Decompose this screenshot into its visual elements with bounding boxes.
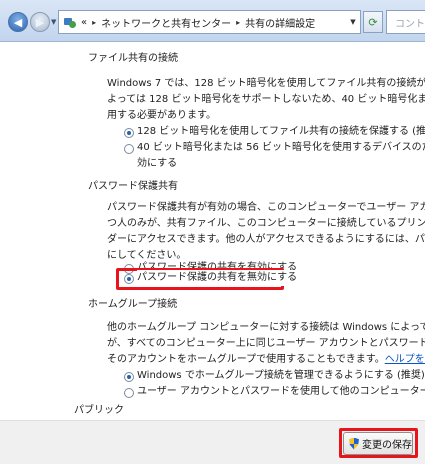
section-title-public: パブリック: [74, 405, 124, 416]
radio-password-off[interactable]: [124, 274, 134, 284]
refresh-icon[interactable]: ⟳: [363, 11, 383, 33]
breadcrumb-item-advanced-sharing[interactable]: 共有の詳細設定: [245, 15, 315, 30]
radio-40-56bit[interactable]: [124, 144, 134, 154]
highlight-box-save: [339, 428, 418, 458]
forward-arrow-icon[interactable]: ▶: [30, 12, 50, 32]
address-bar: ◀ ▶ ▼ « ▸ ネットワークと共有センター ▸ 共有の詳細設定 ▼ ⟳ コン…: [0, 0, 425, 42]
section-title-file-sharing: ファイル共有の接続: [88, 53, 178, 64]
help-link[interactable]: ヘルプを表示します: [385, 354, 425, 365]
option-label-40-56bit[interactable]: 40 ビット暗号化または 56 ビット暗号化を使用するデバイスのためのファイ: [137, 140, 425, 156]
homegroup-desc-line: 他のホームグループ コンピューターに対する接続は Windows によって管理さ…: [107, 322, 425, 333]
password-desc-line: つ人のみが、共有ファイル、このコンピューターに接続しているプリンター、パブリ: [107, 218, 425, 229]
radio-128bit[interactable]: [124, 128, 134, 138]
option-label-homegroup-managed[interactable]: Windows でホームグループ接続を管理できるようにする (推奨): [137, 368, 425, 384]
section-title-password: パスワード保護共有: [88, 181, 178, 192]
homegroup-desc-text: そのアカウントをホームグループで使用することもできます。: [107, 354, 385, 365]
breadcrumb-overflow[interactable]: «: [81, 17, 87, 28]
network-folder-icon: [63, 15, 77, 29]
settings-panel: ファイル共有の接続 Windows 7 では、128 ビット暗号化を使用してファ…: [0, 43, 425, 420]
homegroup-desc-line: が、すべてのコンピューター上に同じユーザー アカウントとパスワードを設定して: [107, 338, 425, 349]
radio-homegroup-managed[interactable]: [124, 372, 134, 382]
search-input[interactable]: コントロ: [386, 10, 425, 34]
option-label-128bit[interactable]: 128 ビット暗号化を使用してファイル共有の接続を保護する (推奨): [137, 124, 425, 140]
option-label-homegroup-accounts[interactable]: ユーザー アカウントとパスワードを使用して他のコンピューターに接続する: [137, 384, 425, 400]
radio-homegroup-accounts[interactable]: [124, 388, 134, 398]
homegroup-desc-line: そのアカウントをホームグループで使用することもできます。ヘルプを表示します: [107, 352, 425, 368]
section-title-homegroup: ホームグループ接続: [88, 299, 178, 310]
file-sharing-desc-line: よっては 128 ビット暗号化をサポートしないため、40 ビット暗号化または 5…: [107, 94, 425, 105]
option-label-password-off[interactable]: パスワード保護の共有を無効にする: [137, 270, 298, 286]
password-desc-line: パスワード保護共有が有効の場合、このコンピューターでユーザー アカウントとパ: [107, 202, 425, 213]
back-arrow-icon[interactable]: ◀: [8, 12, 28, 32]
breadcrumb-item-network-center[interactable]: ネットワークと共有センター: [101, 15, 231, 30]
option-label-40-56bit-cont[interactable]: 効にする: [137, 156, 177, 172]
breadcrumb-separator-icon: ▸: [236, 17, 241, 27]
history-dropdown-icon[interactable]: ▼: [51, 18, 56, 26]
breadcrumb-separator-icon: ▸: [92, 17, 97, 27]
address-dropdown-icon[interactable]: ▼: [346, 11, 360, 33]
file-sharing-desc-line: Windows 7 では、128 ビット暗号化を使用してファイル共有の接続が保護…: [107, 78, 425, 89]
file-sharing-desc-line: 用する必要があります。: [107, 110, 216, 121]
password-desc-line: ダーにアクセスできます。他の人がアクセスできるようにするには、パスワード保護: [107, 234, 425, 245]
breadcrumb[interactable]: « ▸ ネットワークと共有センター ▸ 共有の詳細設定: [58, 10, 361, 34]
